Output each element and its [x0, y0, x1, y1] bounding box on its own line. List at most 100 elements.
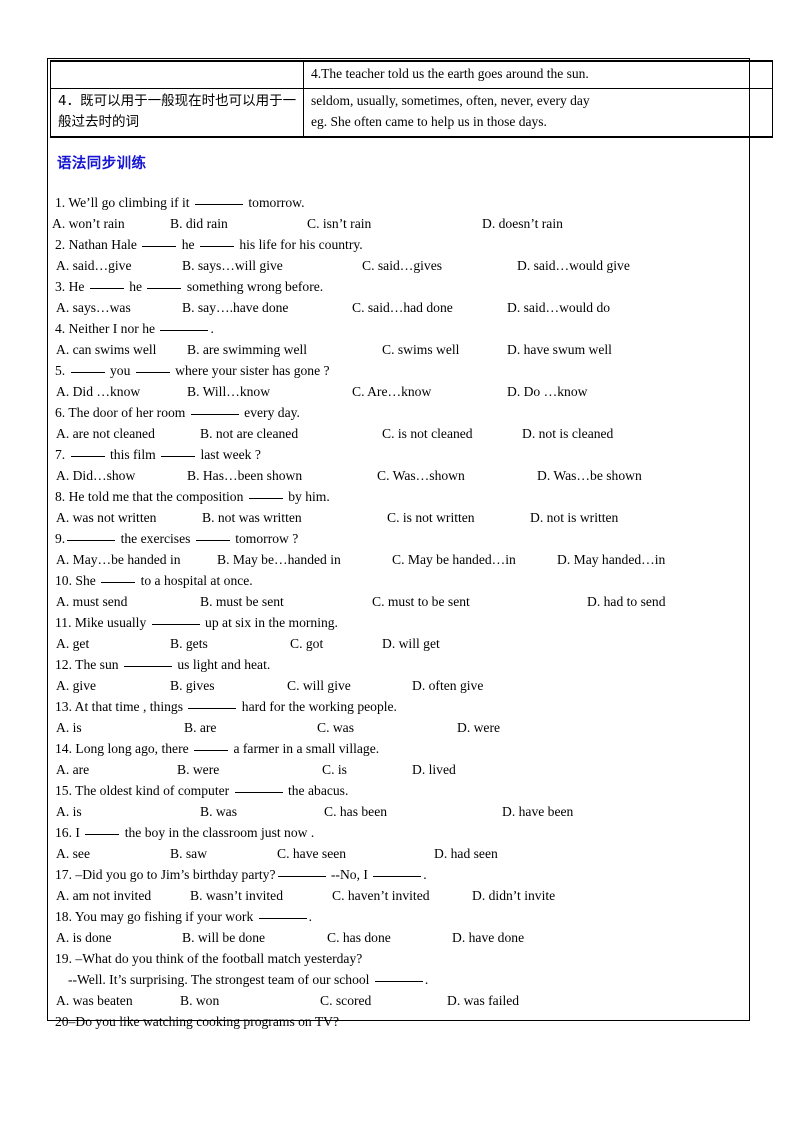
- answer-blank[interactable]: [67, 540, 116, 541]
- option-choice[interactable]: A. are: [56, 759, 89, 780]
- option-choice[interactable]: D. Do …know: [507, 381, 587, 402]
- answer-blank[interactable]: [199, 246, 234, 247]
- answer-blank[interactable]: [123, 666, 172, 667]
- option-choice[interactable]: A. must send: [56, 591, 127, 612]
- option-choice[interactable]: B. were: [177, 759, 219, 780]
- option-choice[interactable]: B. not are cleaned: [200, 423, 298, 444]
- answer-blank[interactable]: [89, 288, 124, 289]
- option-choice[interactable]: C. has done: [327, 927, 391, 948]
- option-choice[interactable]: A. May…be handed in: [56, 549, 181, 570]
- option-choice[interactable]: B. won: [180, 990, 219, 1011]
- answer-blank[interactable]: [161, 456, 196, 457]
- option-choice[interactable]: C. scored: [320, 990, 371, 1011]
- option-choice[interactable]: D. said…would do: [507, 297, 610, 318]
- option-choice[interactable]: A. see: [56, 843, 90, 864]
- option-choice[interactable]: C. isn’t rain: [307, 213, 371, 234]
- answer-blank[interactable]: [188, 708, 237, 709]
- option-choice[interactable]: B. did rain: [170, 213, 228, 234]
- option-choice[interactable]: C. is not cleaned: [382, 423, 473, 444]
- answer-blank[interactable]: [248, 498, 283, 499]
- answer-blank[interactable]: [147, 288, 182, 289]
- answer-blank[interactable]: [374, 981, 423, 982]
- option-choice[interactable]: D. have done: [452, 927, 524, 948]
- option-choice[interactable]: A. is done: [56, 927, 112, 948]
- option-choice[interactable]: C. have seen: [277, 843, 346, 864]
- option-choice[interactable]: C. Was…shown: [377, 465, 465, 486]
- option-choice[interactable]: D. lived: [412, 759, 456, 780]
- answer-blank[interactable]: [85, 834, 120, 835]
- option-choice[interactable]: B. May be…handed in: [217, 549, 341, 570]
- option-choice[interactable]: A. was not written: [56, 507, 156, 528]
- answer-blank[interactable]: [195, 540, 230, 541]
- answer-blank[interactable]: [277, 876, 326, 877]
- option-choice[interactable]: B. will be done: [182, 927, 265, 948]
- option-choice[interactable]: C. is: [322, 759, 347, 780]
- option-choice[interactable]: B. say….have done: [182, 297, 288, 318]
- option-choice[interactable]: C. said…gives: [362, 255, 442, 276]
- answer-blank[interactable]: [101, 582, 136, 583]
- option-choice[interactable]: A. Did…show: [56, 465, 135, 486]
- option-choice[interactable]: B. Has…been shown: [187, 465, 302, 486]
- option-choice[interactable]: A. am not invited: [56, 885, 151, 906]
- option-choice[interactable]: D. were: [457, 717, 500, 738]
- option-choice[interactable]: D. often give: [412, 675, 483, 696]
- answer-blank[interactable]: [373, 876, 422, 877]
- option-choice[interactable]: B. was: [200, 801, 237, 822]
- option-choice[interactable]: D. had to send: [587, 591, 666, 612]
- answer-blank[interactable]: [258, 918, 307, 919]
- option-choice[interactable]: A. was beaten: [56, 990, 133, 1011]
- option-choice[interactable]: B. not was written: [202, 507, 302, 528]
- option-choice[interactable]: D. didn’t invite: [472, 885, 555, 906]
- option-choice[interactable]: B. are: [184, 717, 216, 738]
- option-choice[interactable]: A. says…was: [56, 297, 131, 318]
- option-choice[interactable]: D. doesn’t rain: [482, 213, 563, 234]
- answer-blank[interactable]: [70, 456, 105, 457]
- option-choice[interactable]: D. have been: [502, 801, 573, 822]
- answer-blank[interactable]: [135, 372, 170, 373]
- option-choice[interactable]: A. can swims well: [56, 339, 156, 360]
- option-choice[interactable]: A. is: [56, 717, 82, 738]
- option-choice[interactable]: C. will give: [287, 675, 351, 696]
- option-choice[interactable]: C. haven’t invited: [332, 885, 430, 906]
- option-choice[interactable]: D. said…would give: [517, 255, 630, 276]
- option-choice[interactable]: A. give: [56, 675, 96, 696]
- option-choice[interactable]: C. has been: [324, 801, 387, 822]
- option-choice[interactable]: C. May be handed…in: [392, 549, 516, 570]
- option-choice[interactable]: B. are swimming well: [187, 339, 307, 360]
- option-choice[interactable]: B. wasn’t invited: [190, 885, 283, 906]
- answer-blank[interactable]: [151, 624, 200, 625]
- option-choice[interactable]: C. was: [317, 717, 354, 738]
- option-choice[interactable]: C. must to be sent: [372, 591, 470, 612]
- option-choice[interactable]: D. Was…be shown: [537, 465, 642, 486]
- option-choice[interactable]: B. says…will give: [182, 255, 283, 276]
- option-choice[interactable]: B. saw: [170, 843, 207, 864]
- answer-blank[interactable]: [194, 750, 229, 751]
- option-choice[interactable]: C. Are…know: [352, 381, 431, 402]
- option-choice[interactable]: D. have swum well: [507, 339, 612, 360]
- option-choice[interactable]: A. won’t rain: [52, 213, 125, 234]
- option-choice[interactable]: B. Will…know: [187, 381, 270, 402]
- option-choice[interactable]: D. not is written: [530, 507, 618, 528]
- option-choice[interactable]: A. is: [56, 801, 82, 822]
- option-choice[interactable]: B. gets: [170, 633, 208, 654]
- option-choice[interactable]: C. got: [290, 633, 323, 654]
- option-choice[interactable]: D. was failed: [447, 990, 519, 1011]
- option-choice[interactable]: A. said…give: [56, 255, 132, 276]
- option-choice[interactable]: A. Did …know: [56, 381, 140, 402]
- option-choice[interactable]: D. not is cleaned: [522, 423, 613, 444]
- option-choice[interactable]: C. is not written: [387, 507, 475, 528]
- answer-blank[interactable]: [142, 246, 177, 247]
- option-choice[interactable]: C. swims well: [382, 339, 459, 360]
- answer-blank[interactable]: [234, 792, 283, 793]
- option-choice[interactable]: D. May handed…in: [557, 549, 665, 570]
- option-choice[interactable]: D. had seen: [434, 843, 498, 864]
- answer-blank[interactable]: [70, 372, 105, 373]
- option-choice[interactable]: A. are not cleaned: [56, 423, 155, 444]
- answer-blank[interactable]: [190, 414, 239, 415]
- option-choice[interactable]: A. get: [56, 633, 89, 654]
- option-choice[interactable]: C. said…had done: [352, 297, 453, 318]
- option-choice[interactable]: B. must be sent: [200, 591, 284, 612]
- option-choice[interactable]: D. will get: [382, 633, 440, 654]
- answer-blank[interactable]: [160, 330, 209, 331]
- answer-blank[interactable]: [194, 204, 243, 205]
